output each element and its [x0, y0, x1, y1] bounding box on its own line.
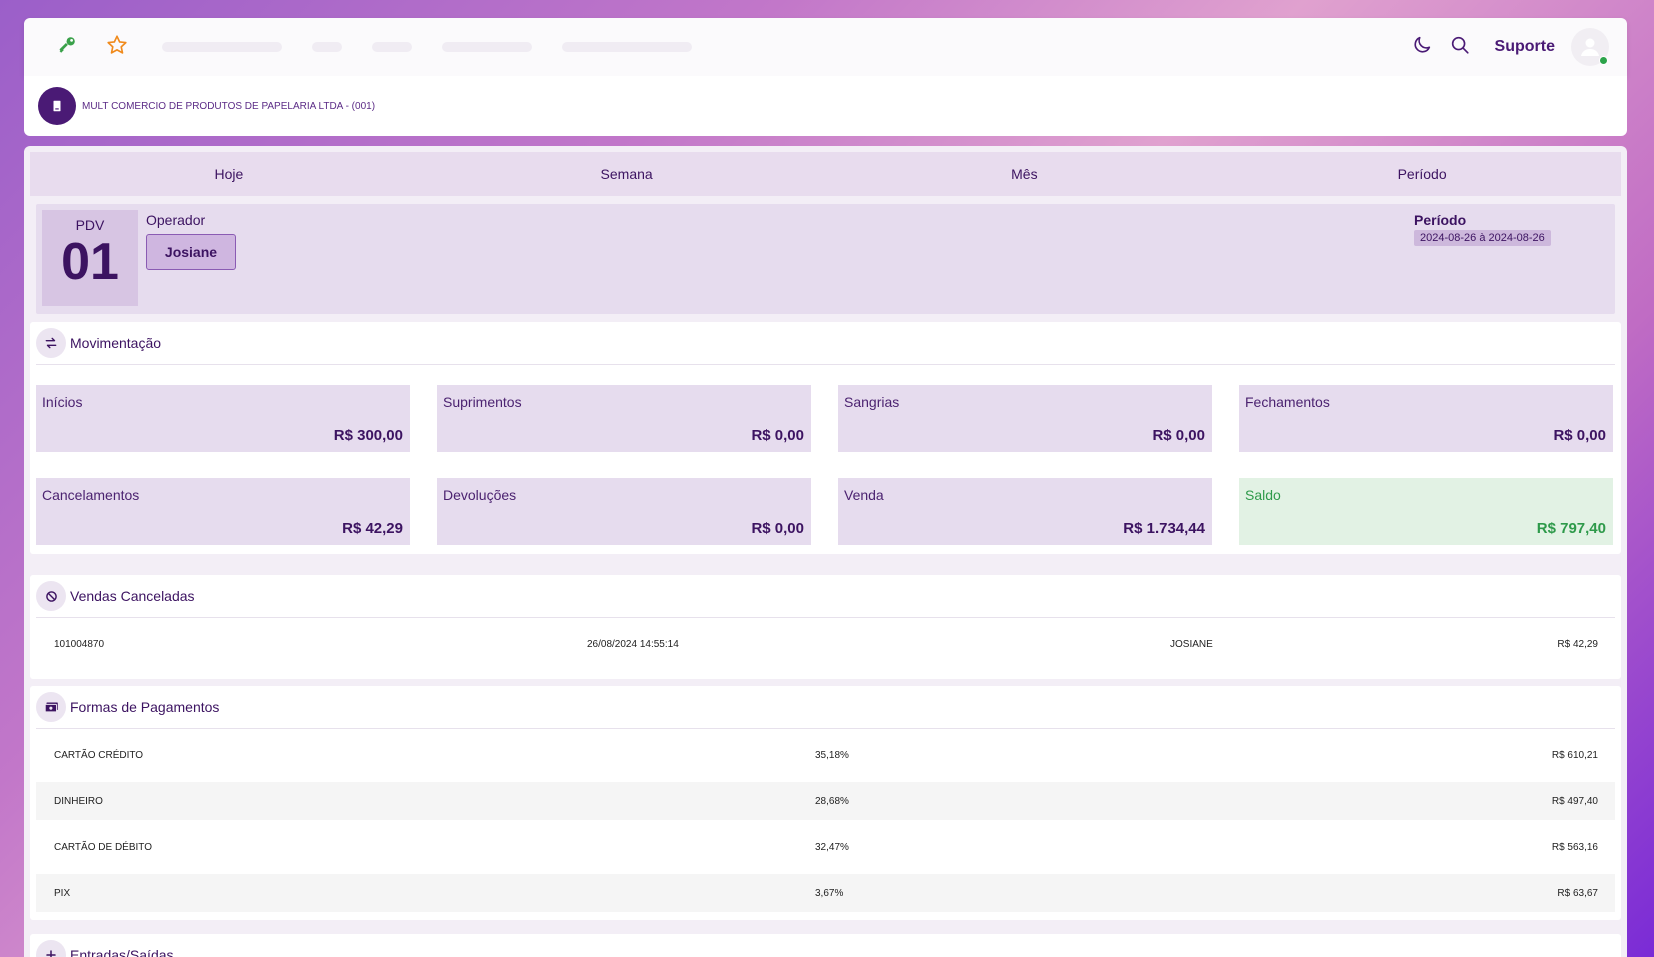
payment-value: R$ 497,40	[1551, 796, 1598, 807]
divider	[36, 728, 1615, 729]
tile-value: R$ 0,00	[751, 427, 804, 444]
tab-semana[interactable]: Semana	[428, 152, 826, 196]
dashboard-panel: Hoje Semana Mês Período PDV 01 Operador …	[24, 146, 1627, 957]
payment-method: PIX	[54, 888, 71, 899]
payment-method: DINHEIRO	[54, 796, 103, 807]
tile-label: Saldo	[1245, 487, 1281, 503]
tile-label: Fechamentos	[1245, 394, 1330, 410]
payment-percent: 35,18%	[815, 750, 849, 761]
operator-button[interactable]: Josiane	[146, 234, 236, 270]
vendas-canceladas-card: Vendas Canceladas 101004870 26/08/2024 1…	[30, 575, 1621, 679]
table-row[interactable]: CARTÃO DE DÉBITO 32,47% R$ 563,16	[36, 828, 1615, 866]
payment-value: R$ 563,16	[1551, 842, 1598, 853]
movimentacao-title: Movimentação	[70, 335, 162, 351]
table-row[interactable]: CARTÃO CRÉDITO 35,18% R$ 610,21	[36, 736, 1615, 774]
tile-value: R$ 1.734,44	[1123, 520, 1205, 537]
pagamentos-title: Formas de Pagamentos	[70, 699, 220, 715]
tab-mes[interactable]: Mês	[826, 152, 1224, 196]
payment-percent: 28,68%	[815, 796, 849, 807]
tile-label: Cancelamentos	[42, 487, 140, 503]
tile-label: Suprimentos	[443, 394, 522, 410]
sale-value: R$ 42,29	[1557, 639, 1598, 650]
pdv-label: PDV	[75, 217, 105, 233]
star-icon[interactable]	[106, 34, 128, 61]
support-link[interactable]: Suporte	[1495, 38, 1555, 56]
sale-datetime: 26/08/2024 14:55:14	[587, 639, 679, 650]
period-value: 2024-08-26 à 2024-08-26	[1414, 230, 1551, 246]
tile-value: R$ 0,00	[1553, 427, 1606, 444]
company-name: MULT COMERCIO DE PRODUTOS DE PAPELARIA L…	[82, 101, 376, 112]
tab-periodo[interactable]: Período	[1223, 152, 1621, 196]
tile-label: Inícios	[42, 394, 83, 410]
sale-id: 101004870	[54, 639, 105, 650]
company-bar: MULT COMERCIO DE PRODUTOS DE PAPELARIA L…	[24, 76, 1627, 136]
table-row[interactable]: PIX 3,67% R$ 63,67	[36, 874, 1615, 912]
tile-value: R$ 300,00	[333, 427, 403, 444]
plus-icon	[36, 940, 66, 957]
payment-value: R$ 63,67	[1557, 888, 1598, 899]
tile-sangrias: Sangrias R$ 0,00	[838, 385, 1212, 452]
cancel-circle-icon	[36, 581, 66, 611]
period-label: Período	[1414, 212, 1467, 228]
moon-icon[interactable]	[1411, 34, 1433, 61]
movimentacao-card: Movimentação Inícios R$ 300,00 Supriment…	[30, 322, 1621, 554]
swap-arrows-icon	[36, 328, 66, 358]
payment-percent: 32,47%	[815, 842, 849, 853]
tab-hoje[interactable]: Hoje	[30, 152, 428, 196]
table-row[interactable]: DINHEIRO 28,68% R$ 497,40	[36, 782, 1615, 820]
payment-method: CARTÃO CRÉDITO	[54, 750, 144, 761]
payment-value: R$ 610,21	[1551, 750, 1598, 761]
payment-method: CARTÃO DE DÉBITO	[54, 842, 152, 853]
pdv-summary: PDV 01 Operador Josiane Período 2024-08-…	[36, 204, 1615, 314]
tile-suprimentos: Suprimentos R$ 0,00	[437, 385, 811, 452]
tile-value: R$ 42,29	[342, 520, 403, 537]
table-row[interactable]: 101004870 26/08/2024 14:55:14 JOSIANE R$…	[36, 625, 1615, 663]
top-navbar: Suporte	[24, 18, 1627, 76]
divider	[36, 617, 1615, 618]
tile-cancelamentos: Cancelamentos R$ 42,29	[36, 478, 410, 545]
money-icon	[36, 692, 66, 722]
pagamentos-card: Formas de Pagamentos CARTÃO CRÉDITO 35,1…	[30, 686, 1621, 920]
avatar[interactable]	[1571, 28, 1609, 66]
faded-nav-placeholder	[162, 42, 692, 52]
pdv-badge: PDV 01	[42, 210, 138, 306]
divider	[36, 364, 1615, 365]
key-icon[interactable]	[56, 34, 78, 61]
search-icon[interactable]	[1449, 34, 1471, 61]
operator-label: Operador	[146, 212, 206, 228]
tile-label: Venda	[844, 487, 884, 503]
tile-label: Sangrias	[844, 394, 900, 410]
sale-operator: JOSIANE	[1170, 639, 1213, 650]
period-tabs: Hoje Semana Mês Período	[30, 152, 1621, 196]
tile-value: R$ 0,00	[751, 520, 804, 537]
pdv-number: 01	[61, 233, 119, 291]
vendas-canceladas-title: Vendas Canceladas	[70, 588, 195, 604]
tile-fechamentos: Fechamentos R$ 0,00	[1239, 385, 1613, 452]
payment-percent: 3,67%	[815, 888, 844, 899]
tile-venda: Venda R$ 1.734,44	[838, 478, 1212, 545]
user-icon	[1581, 38, 1599, 56]
company-icon[interactable]	[38, 87, 76, 125]
tile-label: Devoluções	[443, 487, 517, 503]
online-status-dot	[1599, 56, 1608, 65]
tile-devolucoes: Devoluções R$ 0,00	[437, 478, 811, 545]
tile-value: R$ 0,00	[1152, 427, 1205, 444]
tile-value: R$ 797,40	[1536, 520, 1606, 537]
tile-inicios: Inícios R$ 300,00	[36, 385, 410, 452]
entradas-saidas-title: Entradas/Saídas	[70, 947, 174, 957]
entradas-saidas-card: Entradas/Saídas	[30, 934, 1621, 957]
tile-saldo: Saldo R$ 797,40	[1239, 478, 1613, 545]
